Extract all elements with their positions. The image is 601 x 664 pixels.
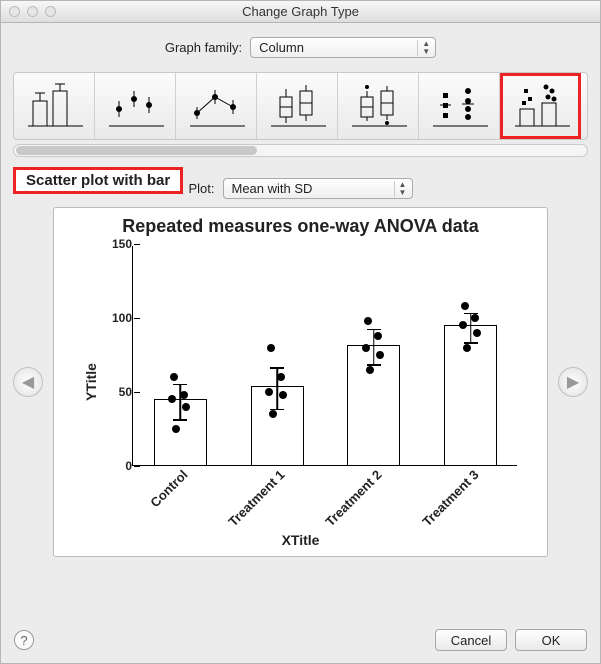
- error-cap: [367, 329, 381, 331]
- box-whisker-points-icon: [347, 81, 409, 131]
- x-tick: Treatment 2: [310, 467, 384, 541]
- data-point: [473, 329, 481, 337]
- data-point: [463, 344, 471, 352]
- y-tick: 0: [104, 459, 132, 473]
- plot-select[interactable]: Mean with SD ▲▼: [223, 178, 413, 199]
- chevron-left-icon: ◀: [22, 372, 34, 392]
- data-point: [362, 344, 370, 352]
- zoom-icon[interactable]: [45, 6, 56, 17]
- gallery-item-5[interactable]: [419, 73, 500, 139]
- error-cap: [173, 419, 187, 421]
- gallery-item-0[interactable]: [14, 73, 95, 139]
- data-point: [172, 425, 180, 433]
- data-point: [376, 351, 384, 359]
- data-point: [279, 391, 287, 399]
- box-whisker-icon: [266, 81, 328, 131]
- ok-button[interactable]: OK: [515, 629, 587, 651]
- preview-area: ◀ Repeated measures one-way ANOVA data Y…: [13, 207, 588, 557]
- error-cap: [173, 384, 187, 386]
- aligned-dots-icon: [428, 81, 490, 131]
- plot-label: Plot:: [188, 181, 214, 196]
- data-point: [471, 314, 479, 322]
- y-tick: 100: [104, 311, 132, 325]
- gallery-scrollbar[interactable]: [13, 144, 588, 157]
- column-bars-icon: [23, 81, 85, 131]
- preview-panel: Repeated measures one-way ANOVA data YTi…: [53, 207, 548, 557]
- dialog-footer: ? Cancel OK: [0, 616, 601, 664]
- close-icon[interactable]: [9, 6, 20, 17]
- scrollbar-thumb[interactable]: [16, 146, 257, 155]
- titlebar: Change Graph Type: [1, 1, 600, 23]
- gallery-item-3[interactable]: [257, 73, 338, 139]
- x-tick: Treatment 1: [213, 467, 287, 541]
- window-title: Change Graph Type: [1, 4, 600, 19]
- graph-family-select[interactable]: Column ▲▼: [250, 37, 436, 58]
- chart-type-gallery: [13, 72, 588, 157]
- data-point: [269, 410, 277, 418]
- cancel-button[interactable]: Cancel: [435, 629, 507, 651]
- scatter-lines-icon: [185, 81, 247, 131]
- gallery-item-1[interactable]: [95, 73, 176, 139]
- y-tick: 50: [104, 385, 132, 399]
- x-tick: Control: [117, 467, 191, 541]
- chart-type-strip: [13, 72, 588, 140]
- selected-type-callout: Scatter plot with bar: [13, 167, 183, 194]
- graph-family-label: Graph family:: [165, 40, 242, 55]
- help-icon: ?: [20, 633, 27, 648]
- plot-area: [132, 246, 517, 466]
- preview-next-button[interactable]: ▶: [558, 367, 588, 397]
- graph-family-value: Column: [259, 40, 304, 55]
- data-point: [366, 366, 374, 374]
- gallery-item-4[interactable]: [338, 73, 419, 139]
- error-bar: [180, 384, 182, 420]
- data-point: [180, 391, 188, 399]
- data-point: [265, 388, 273, 396]
- plot-select-value: Mean with SD: [232, 181, 313, 196]
- data-point: [277, 373, 285, 381]
- gallery-item-6[interactable]: [500, 73, 581, 139]
- chart-title: Repeated measures one-way ANOVA data: [54, 216, 547, 237]
- window-controls: [9, 6, 56, 17]
- select-arrows-icon: ▲▼: [394, 181, 408, 197]
- error-cap: [270, 367, 284, 369]
- preview-prev-button[interactable]: ◀: [13, 367, 43, 397]
- data-point: [459, 321, 467, 329]
- chevron-right-icon: ▶: [567, 372, 579, 392]
- data-point: [461, 302, 469, 310]
- y-axis-title: YTitle: [83, 363, 99, 401]
- data-point: [267, 344, 275, 352]
- data-point: [182, 403, 190, 411]
- data-point: [170, 373, 178, 381]
- help-button[interactable]: ?: [14, 630, 34, 650]
- data-point: [168, 395, 176, 403]
- scatter-with-bar-icon: [510, 81, 572, 131]
- y-tick: 150: [104, 237, 132, 251]
- selected-type-label: Scatter plot with bar: [13, 167, 183, 194]
- data-point: [364, 317, 372, 325]
- x-tick: Treatment 3: [407, 467, 481, 541]
- select-arrows-icon: ▲▼: [417, 40, 431, 56]
- data-point: [374, 332, 382, 340]
- scatter-points-icon: [104, 81, 166, 131]
- minimize-icon[interactable]: [27, 6, 38, 17]
- graph-family-row: Graph family: Column ▲▼: [1, 37, 600, 58]
- gallery-item-2[interactable]: [176, 73, 257, 139]
